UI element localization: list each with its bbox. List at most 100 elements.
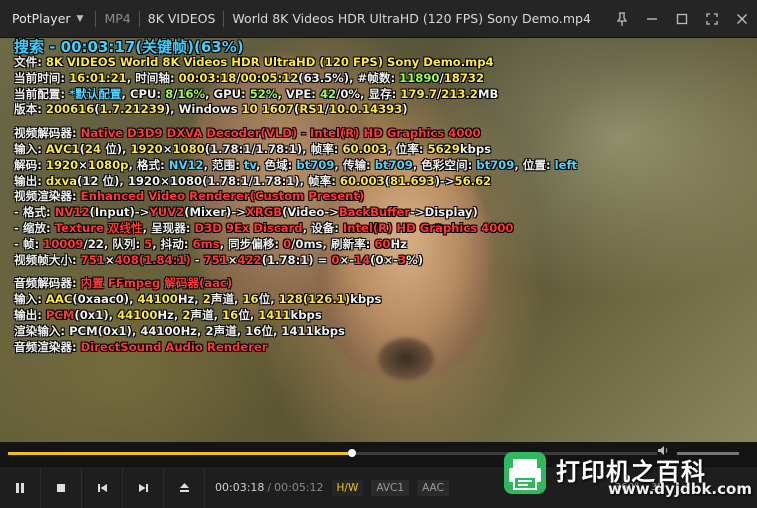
osd-value: 52% (249, 86, 278, 101)
stop-icon[interactable] (41, 467, 82, 508)
osd-label: %) (406, 252, 424, 267)
osd-value: 24 (84, 141, 102, 156)
osd-value: dxva (45, 173, 78, 188)
osd-label: 文件: (14, 55, 46, 69)
osd-label: 视频渲染器: (14, 189, 81, 204)
osd-label: 渲染输入: (14, 323, 70, 338)
time-display[interactable]: 00:03:18/00:05:12 (215, 481, 324, 494)
osd-value: NV12 (54, 205, 90, 220)
osd-value: 213.2 (441, 86, 478, 101)
audio-codec-badge[interactable]: AAC (417, 479, 449, 496)
osd-label: Hz, (180, 323, 206, 338)
osd-value: 422 (237, 252, 262, 267)
osd-value: 10 (241, 102, 258, 117)
osd-label: (1.78:1) (261, 252, 314, 267)
osd-label: 位, (261, 323, 282, 338)
osd-value: 18732 (443, 70, 485, 85)
osd-value: bt709 (296, 157, 335, 172)
title-folder-type: MP4 (104, 11, 131, 26)
osd-video-renderer-line: 视频渲染器: Enhanced Video Renderer(Custom Pr… (14, 189, 754, 205)
osd-label: , 同步偏移: (219, 236, 284, 251)
osd-value: PCM (69, 323, 98, 338)
osd-label: 输出: (14, 173, 46, 188)
osd-value: 60.003 (342, 141, 388, 156)
osd-label: × (227, 252, 238, 267)
osd-value: AAC (45, 292, 73, 307)
osd-label: , 传输: (334, 157, 375, 172)
osd-value: 44100 (140, 323, 181, 338)
3d-button[interactable]: 3D (649, 482, 667, 493)
maximize-icon[interactable] (667, 0, 697, 37)
osd-label: , 格式: (128, 157, 169, 172)
osd-video-input-line: 输入: AVC1(24 位), 1920×1080(1.78:1/1.78:1)… (14, 142, 754, 158)
osd-audio-renderer-line: 音频渲染器: DirectSound Audio Renderer (14, 340, 754, 356)
osd-label: 声道, (190, 307, 223, 322)
osd-value: 1411 (281, 323, 314, 338)
fullscreen-icon[interactable] (697, 0, 727, 37)
seek-thumb[interactable] (347, 449, 356, 457)
osd-value: 2 (202, 292, 211, 307)
osd-label: ->Display) (410, 205, 478, 220)
osd-value: 1080 (172, 141, 205, 156)
osd-config-line: 当前配置: *默认配置, CPU: 8/16%, GPU: 52%, VPE: … (14, 87, 754, 103)
osd-video-output-line: 输出: dxva(12 位), 1920×1080(1.78:1/1.78:1)… (14, 174, 754, 190)
osd-version-line: 版本: 200616(1.7.21239), Windows 10 1607(R… (14, 102, 754, 118)
osd-label: - (190, 252, 204, 267)
osd-value: 11890 (399, 70, 440, 85)
osd-label: (0x1), (74, 307, 118, 322)
osd-label: - 帧: (14, 236, 44, 251)
osd-value: 内置 FFmpeg 解码器(aac) (80, 276, 233, 291)
osd-value: 1.7.21239 (99, 102, 165, 117)
pin-icon[interactable] (607, 0, 637, 37)
osd-value: *默认配置 (69, 86, 122, 101)
osd-value: 56.62 (454, 173, 492, 188)
osd-value: 16:01:21 (69, 70, 127, 85)
osd-value: Native D3D9 DXVA Decoder(VLD) - Intel(R)… (80, 126, 481, 141)
osd-label: Hz, (157, 307, 183, 322)
video-canvas[interactable]: 搜索 - 00:03:17(关键帧)(63%) 文件: 8K VIDEOS Wo… (0, 38, 757, 442)
osd-value: 3 (398, 252, 407, 267)
osd-label: (Mixer)-> (184, 205, 246, 220)
video-codec-badge[interactable]: AVC1 (371, 479, 410, 496)
osd-label: 位, (238, 307, 259, 322)
close-icon[interactable] (727, 0, 757, 37)
volume-icon[interactable] (657, 445, 669, 459)
previous-icon[interactable] (82, 467, 123, 508)
volume-slider[interactable] (677, 452, 739, 455)
control-bar: 00:03:18/00:05:12 H/W AVC1 AAC 360° 3D (0, 466, 757, 508)
osd-label: 声道, (210, 292, 243, 307)
osd-label: Hz (390, 236, 407, 251)
hw-decode-badge[interactable]: H/W (331, 479, 364, 496)
osd-value: 16 (242, 292, 259, 307)
osd-audio-output-line: 输出: PCM(0x1), 44100Hz, 2声道, 16位, 1411kbp… (14, 308, 754, 324)
seek-progress-fill (8, 452, 352, 455)
osd-spacer (14, 118, 754, 126)
osd-frame-line: - 帧: 10009/22, 队列: 5, 抖动: 6ms, 同步偏移: 0/0… (14, 237, 754, 253)
pause-icon[interactable] (0, 467, 41, 508)
osd-value: D3D 9Ex Discard (194, 220, 303, 235)
osd-value: 5629 (427, 141, 460, 156)
osd-label: , 色域: (256, 157, 297, 172)
minimize-icon[interactable] (637, 0, 667, 37)
eject-icon[interactable] (164, 467, 205, 508)
osd-video-decoder-line: 视频解码器: Native D3D9 DXVA Decoder(VLD) - I… (14, 126, 754, 142)
osd-label: , VPE: (277, 86, 320, 101)
osd-value: AVC1 (45, 141, 80, 156)
osd-label: ×- (339, 252, 355, 267)
osd-label: (1.78:1/1.78:1), 帧率: (202, 173, 340, 188)
seek-track[interactable] (8, 449, 657, 457)
app-name: PotPlayer (12, 11, 71, 26)
app-menu-button[interactable]: PotPlayer ▼ (0, 0, 95, 37)
vr-360-button[interactable]: 360° (615, 482, 639, 493)
osd-render-input-line: 渲染输入: PCM(0x1), 44100Hz, 2声道, 16位, 1411k… (14, 324, 754, 340)
osd-value: 1411 (258, 307, 291, 322)
osd-value: 1080 (169, 173, 203, 188)
current-time: 00:03:18 (215, 481, 265, 494)
osd-label: /0% (336, 86, 361, 101)
next-icon[interactable] (123, 467, 164, 508)
osd-label: = (313, 252, 332, 267)
osd-label: /22, 队列: (83, 236, 145, 251)
osd-label: #帧数: (357, 70, 400, 85)
osd-label: kbps (313, 323, 345, 338)
osd-value: 1920 (130, 141, 163, 156)
